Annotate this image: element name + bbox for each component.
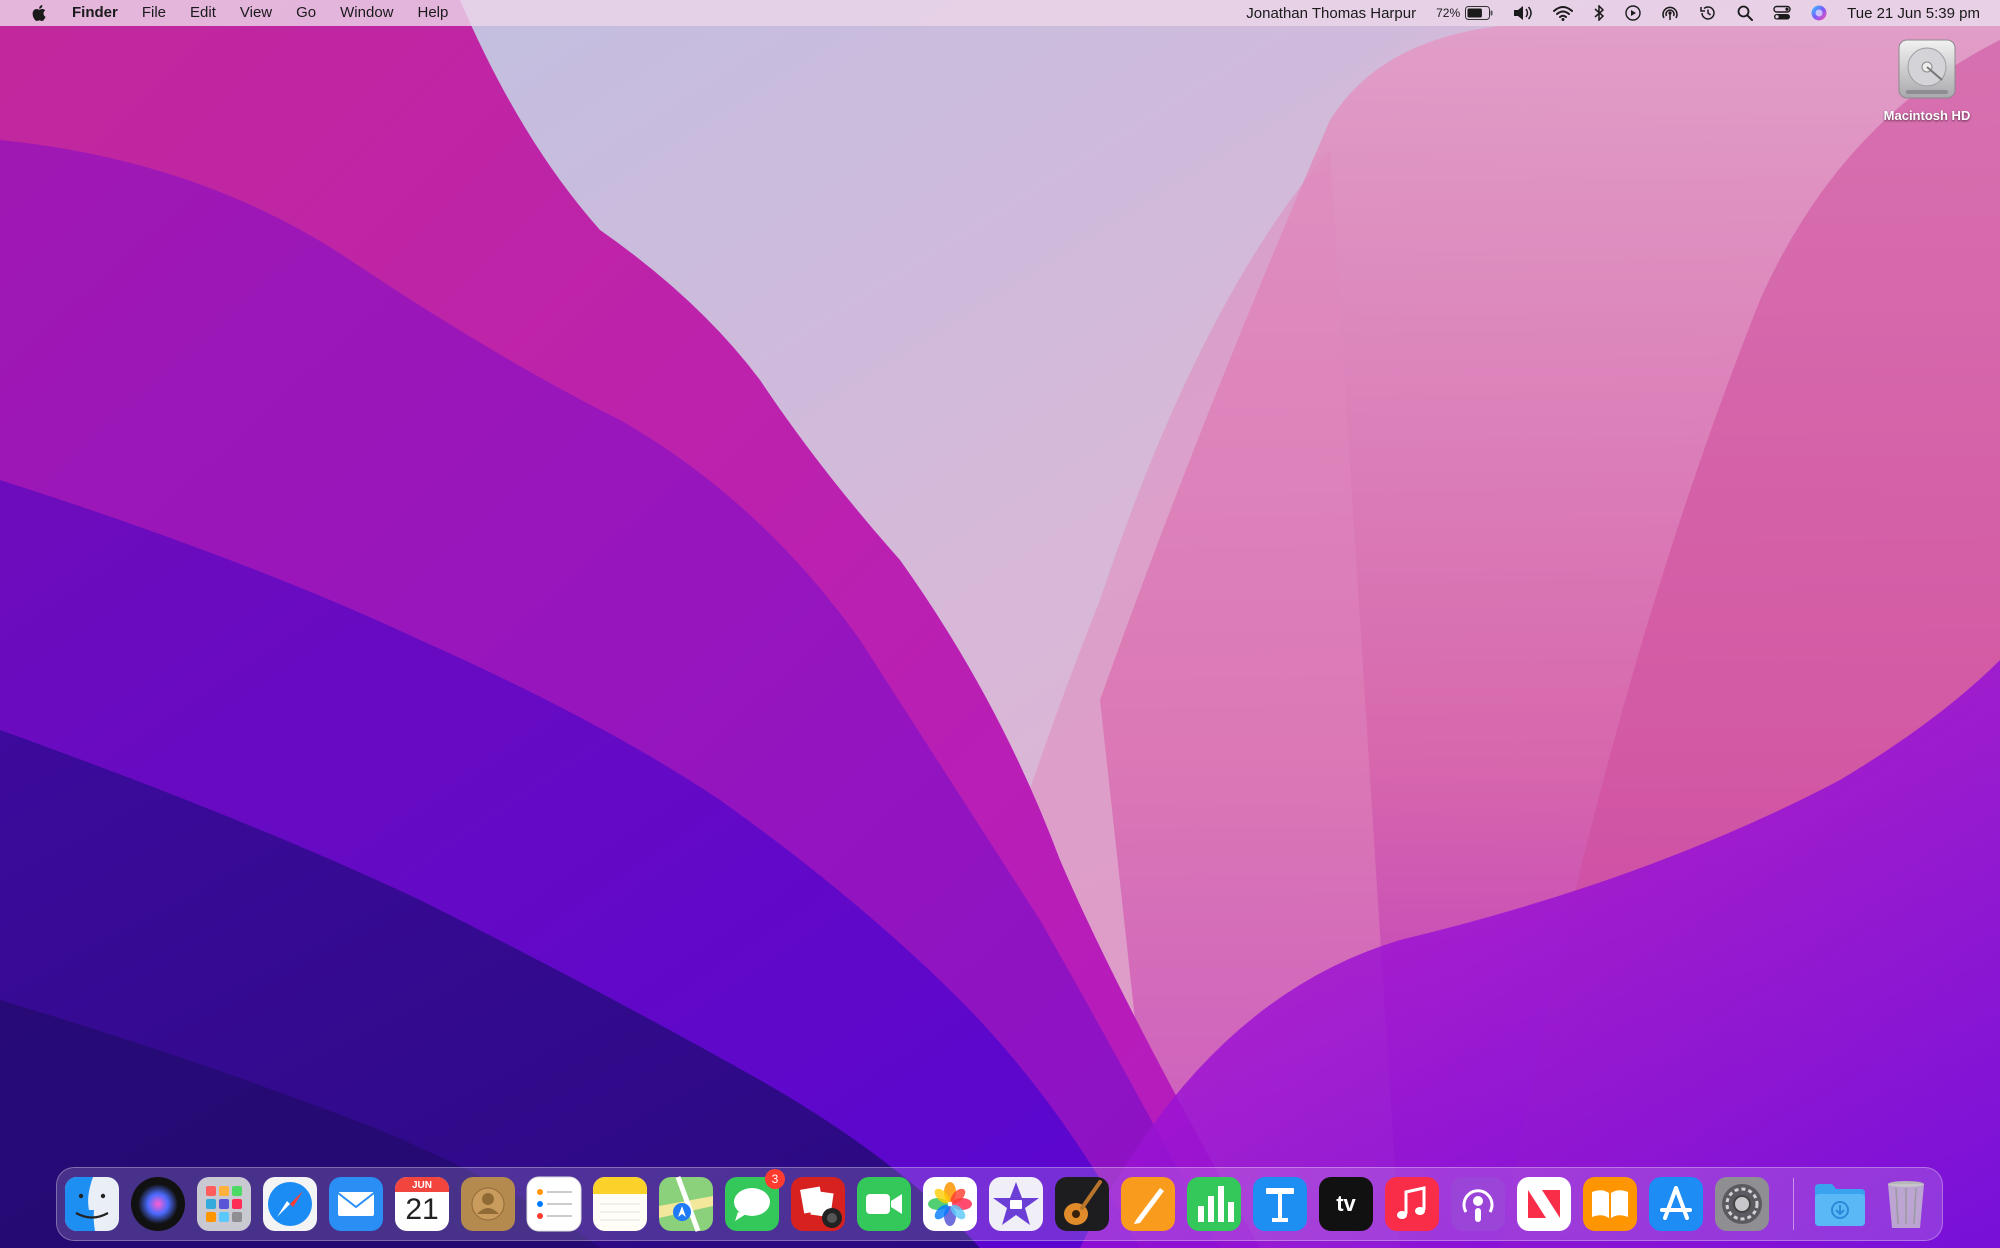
dock-garageband[interactable] bbox=[1054, 1176, 1110, 1232]
dock-notes[interactable] bbox=[592, 1176, 648, 1232]
menu-edit[interactable]: Edit bbox=[178, 0, 228, 26]
calendar-day: 21 bbox=[405, 1193, 439, 1226]
dock-numbers[interactable] bbox=[1186, 1176, 1242, 1232]
battery-icon bbox=[1465, 6, 1493, 20]
dock-photos[interactable] bbox=[922, 1176, 978, 1232]
dock-keynote[interactable] bbox=[1252, 1176, 1308, 1232]
calendar-month: JUN bbox=[411, 1180, 432, 1191]
podcasts-icon bbox=[1451, 1177, 1505, 1231]
battery-percent: 72% bbox=[1436, 6, 1461, 20]
music-icon bbox=[1385, 1177, 1439, 1231]
hard-drive-icon bbox=[1898, 39, 1956, 99]
photo-booth-icon bbox=[791, 1177, 845, 1231]
system-preferences-icon bbox=[1715, 1177, 1769, 1231]
facetime-icon bbox=[857, 1177, 911, 1231]
app-store-icon bbox=[1649, 1177, 1703, 1231]
siri-app-icon bbox=[131, 1177, 185, 1231]
menu-window[interactable]: Window bbox=[328, 0, 405, 26]
dock-news[interactable] bbox=[1516, 1176, 1572, 1232]
dock-separator bbox=[1793, 1178, 1794, 1230]
dock-finder[interactable] bbox=[64, 1176, 120, 1232]
siri-icon[interactable] bbox=[1801, 0, 1837, 26]
dock-app-store[interactable] bbox=[1648, 1176, 1704, 1232]
finder-icon bbox=[65, 1177, 119, 1231]
contacts-icon bbox=[461, 1177, 515, 1231]
menu-help[interactable]: Help bbox=[406, 0, 461, 26]
desktop-wallpaper bbox=[0, 0, 2000, 1248]
dock-launchpad[interactable] bbox=[196, 1176, 252, 1232]
dock-pages[interactable] bbox=[1120, 1176, 1176, 1232]
time-machine-icon[interactable] bbox=[1689, 0, 1727, 26]
dock-downloads[interactable] bbox=[1812, 1176, 1868, 1232]
user-name[interactable]: Jonathan Thomas Harpur bbox=[1236, 0, 1426, 26]
menu-go[interactable]: Go bbox=[284, 0, 328, 26]
photos-icon bbox=[923, 1177, 977, 1231]
apple-menu-icon[interactable] bbox=[20, 4, 60, 22]
dock-messages[interactable]: 3 bbox=[724, 1169, 785, 1232]
books-icon bbox=[1583, 1177, 1637, 1231]
dock-podcasts[interactable] bbox=[1450, 1176, 1506, 1232]
now-playing-icon[interactable] bbox=[1615, 0, 1651, 26]
apple-tv-label: tv bbox=[1336, 1191, 1356, 1216]
dock-photo-booth[interactable] bbox=[790, 1176, 846, 1232]
dock-books[interactable] bbox=[1582, 1176, 1638, 1232]
dock-imovie[interactable] bbox=[988, 1176, 1044, 1232]
imovie-icon bbox=[989, 1177, 1043, 1231]
dock-maps[interactable] bbox=[658, 1176, 714, 1232]
messages-badge: 3 bbox=[765, 1169, 785, 1189]
trash-icon bbox=[1888, 1181, 1924, 1228]
menu-bar: Finder File Edit View Go Window Help Jon… bbox=[0, 0, 2000, 26]
reminders-icon bbox=[526, 1176, 582, 1232]
pages-icon bbox=[1121, 1177, 1175, 1231]
dock-music[interactable] bbox=[1384, 1176, 1440, 1232]
mail-icon bbox=[329, 1177, 383, 1231]
launchpad-icon bbox=[197, 1177, 251, 1231]
dock-mail[interactable] bbox=[328, 1176, 384, 1232]
maps-icon bbox=[659, 1176, 713, 1232]
dock-safari[interactable] bbox=[262, 1176, 318, 1232]
notes-icon bbox=[593, 1177, 647, 1231]
airdrop-icon[interactable] bbox=[1651, 0, 1689, 26]
spotlight-icon[interactable] bbox=[1727, 0, 1763, 26]
menu-file[interactable]: File bbox=[130, 0, 178, 26]
dock-system-preferences[interactable] bbox=[1714, 1176, 1770, 1232]
dock-calendar[interactable]: JUN 21 bbox=[394, 1176, 450, 1232]
dock-contacts[interactable] bbox=[460, 1176, 516, 1232]
keynote-icon bbox=[1253, 1177, 1307, 1231]
battery-status[interactable]: 72% bbox=[1426, 0, 1503, 26]
desktop-icon-macintosh-hd[interactable]: Macintosh HD bbox=[1872, 36, 1982, 123]
bluetooth-icon[interactable] bbox=[1583, 0, 1615, 26]
volume-icon[interactable] bbox=[1503, 0, 1543, 26]
garageband-icon bbox=[1055, 1177, 1109, 1231]
menu-view[interactable]: View bbox=[228, 0, 284, 26]
dock-facetime[interactable] bbox=[856, 1176, 912, 1232]
dock-trash[interactable] bbox=[1878, 1176, 1934, 1232]
news-icon bbox=[1517, 1177, 1571, 1231]
dock-siri[interactable] bbox=[130, 1176, 186, 1232]
safari-icon bbox=[263, 1177, 317, 1231]
downloads-folder-icon bbox=[1815, 1184, 1865, 1226]
wifi-icon[interactable] bbox=[1543, 0, 1583, 26]
desktop-icon-label: Macintosh HD bbox=[1883, 108, 1971, 123]
numbers-icon bbox=[1187, 1177, 1241, 1231]
control-center-icon[interactable] bbox=[1763, 0, 1801, 26]
menu-clock[interactable]: Tue 21 Jun 5:39 pm bbox=[1837, 0, 1990, 26]
dock-apple-tv[interactable]: tv bbox=[1318, 1176, 1374, 1232]
dock-reminders[interactable] bbox=[526, 1176, 582, 1232]
app-menu-finder[interactable]: Finder bbox=[60, 0, 130, 26]
